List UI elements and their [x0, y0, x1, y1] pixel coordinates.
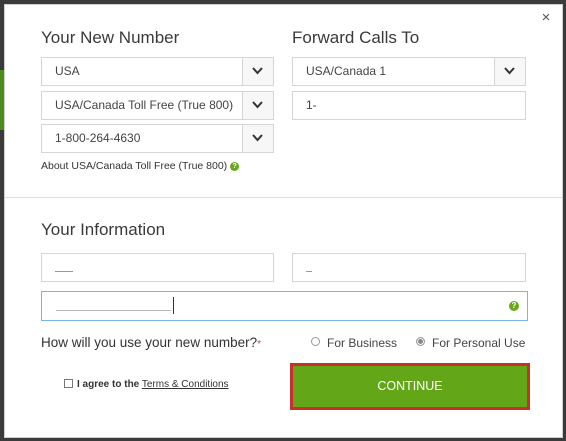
continue-button[interactable]: CONTINUE: [290, 363, 530, 410]
usage-business-radio[interactable]: For Business: [311, 336, 397, 350]
about-link-text: About USA/Canada Toll Free (True 800): [41, 160, 228, 172]
agree-prefix: I agree to the: [77, 379, 140, 390]
redacted-text: [306, 271, 312, 272]
help-icon: ?: [230, 162, 240, 171]
redacted-text: [56, 310, 171, 311]
chevron-down-icon: [494, 58, 525, 85]
country-select[interactable]: USA: [41, 57, 274, 86]
your-information-heading: Your Information: [41, 220, 166, 239]
chevron-down-icon: [242, 125, 273, 152]
forward-calls-heading: Forward Calls To: [292, 28, 420, 47]
terms-link[interactable]: Terms & Conditions: [142, 379, 229, 390]
email-input[interactable]: ?: [41, 291, 528, 321]
required-marker: *: [257, 339, 262, 350]
help-icon: ?: [509, 301, 519, 311]
new-number-modal: × Your New Number Forward Calls To USA U…: [4, 4, 563, 438]
radio-selected-icon: [416, 337, 425, 346]
radio-icon: [311, 337, 320, 346]
redacted-text: [55, 271, 73, 272]
usage-business-label: For Business: [327, 336, 398, 350]
chevron-down-icon: [242, 58, 273, 85]
phone-number-value: 1-800-264-4630: [55, 131, 141, 145]
last-name-input[interactable]: [292, 253, 526, 282]
forward-country-select[interactable]: USA/Canada 1: [292, 57, 526, 86]
forward-phone-value: 1-: [306, 98, 317, 112]
number-type-select[interactable]: USA/Canada Toll Free (True 800): [41, 91, 274, 120]
phone-number-select[interactable]: 1-800-264-4630: [41, 124, 274, 153]
usage-question: How will you use your new number?*: [41, 335, 261, 350]
number-type-value: USA/Canada Toll Free (True 800): [55, 98, 234, 112]
country-value: USA: [55, 64, 80, 78]
continue-label: CONTINUE: [377, 379, 443, 393]
usage-personal-radio[interactable]: For Personal Use: [416, 336, 525, 350]
section-divider: [5, 197, 562, 198]
usage-question-text: How will you use your new number?: [41, 335, 258, 350]
chevron-down-icon: [242, 92, 273, 119]
new-number-heading: Your New Number: [41, 28, 180, 47]
close-icon[interactable]: ×: [539, 10, 553, 25]
about-number-type-link[interactable]: About USA/Canada Toll Free (True 800)?: [41, 160, 240, 172]
text-cursor: [173, 297, 174, 314]
terms-agreement: I agree to the Terms & Conditions: [64, 379, 229, 390]
usage-personal-label: For Personal Use: [432, 336, 526, 350]
terms-checkbox[interactable]: [64, 379, 73, 388]
forward-phone-input[interactable]: 1-: [292, 91, 526, 120]
first-name-input[interactable]: [41, 253, 274, 282]
forward-country-value: USA/Canada 1: [306, 64, 387, 78]
